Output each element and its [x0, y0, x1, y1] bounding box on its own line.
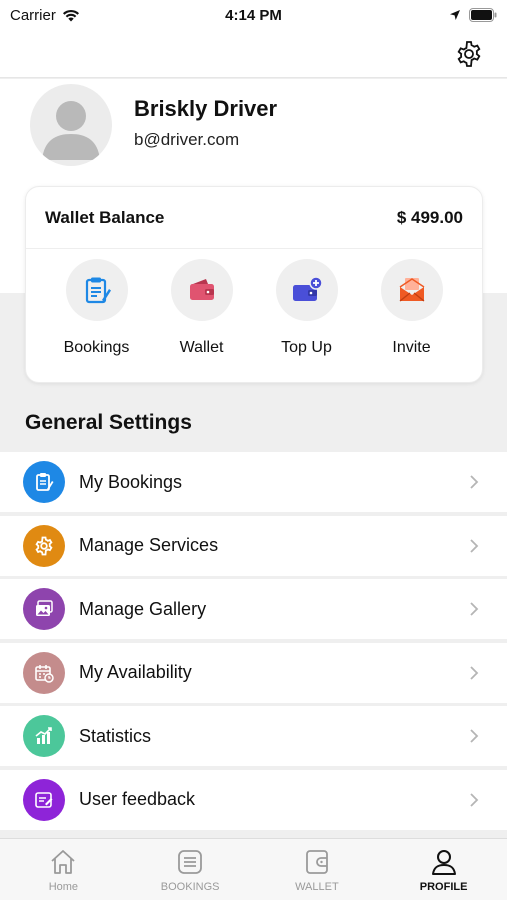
statistics-icon-circle	[23, 715, 65, 757]
chevron-right-icon	[470, 665, 479, 680]
my-availability-icon-circle	[23, 651, 65, 694]
wallet-actions: Bookings Wallet Top Up Invite	[26, 249, 482, 357]
calendar-icon	[35, 664, 54, 683]
tab-bookings-label: BOOKINGS	[160, 881, 220, 893]
tab-wallet-label: WALLET	[295, 881, 339, 893]
clipboard-icon	[36, 473, 54, 491]
bookings-action[interactable]: Bookings	[47, 259, 147, 357]
status-right	[449, 8, 497, 22]
status-left: Carrier	[10, 7, 80, 24]
user-email: b@driver.com	[134, 130, 240, 149]
avatar[interactable]	[30, 84, 112, 166]
chevron-right-icon	[470, 538, 479, 553]
invite-action-label: Invite	[392, 339, 431, 356]
settings-item-my-bookings[interactable]: My Bookings	[0, 452, 507, 512]
manage-gallery-icon-circle	[23, 588, 65, 630]
gallery-icon	[36, 600, 53, 616]
bookings-action-circle	[65, 259, 128, 321]
settings-item-manage-services[interactable]: Manage Services	[0, 515, 507, 576]
chart-icon	[35, 727, 52, 744]
home-icon	[51, 850, 75, 874]
gear-icon	[457, 41, 481, 67]
manage-gallery-label: Manage Gallery	[79, 598, 207, 619]
battery-icon	[469, 8, 497, 22]
chevron-right-icon	[470, 792, 479, 807]
wallet-action-label: Wallet	[179, 339, 224, 356]
tab-wallet[interactable]: WALLET	[254, 839, 381, 900]
settings-item-my-availability[interactable]: My Availability	[0, 642, 507, 703]
person-icon	[431, 850, 456, 875]
gear-icon	[35, 536, 53, 555]
tab-bookings[interactable]: BOOKINGS	[127, 839, 254, 900]
top-up-icon	[292, 276, 323, 301]
top-up-action[interactable]: Top Up	[257, 259, 357, 357]
wallet-icon	[189, 279, 214, 300]
manage-services-label: Manage Services	[79, 535, 219, 555]
my-availability-label: My Availability	[79, 662, 192, 682]
user-name: Briskly Driver	[134, 96, 278, 121]
chevron-right-icon	[470, 729, 479, 743]
top-bar	[0, 30, 507, 78]
clipboard-icon	[85, 277, 111, 304]
general-settings-title: General Settings	[25, 411, 192, 434]
chevron-right-icon	[470, 475, 479, 489]
wallet-card: Wallet Balance $ 499.00 Bookings Wallet …	[25, 186, 483, 383]
invite-action-circle	[380, 259, 443, 321]
my-bookings-label: My Bookings	[79, 471, 183, 492]
top-up-action-circle	[275, 259, 338, 321]
top-up-action-label: Top Up	[281, 339, 332, 356]
my-bookings-icon-circle	[23, 461, 65, 503]
location-arrow-icon	[450, 10, 460, 20]
settings-list: My Bookings Manage Services Manage Galle…	[0, 452, 507, 833]
wifi-icon	[62, 9, 79, 21]
carrier-label: Carrier	[10, 6, 56, 24]
tab-bar: Home BOOKINGS WALLET PROFILE	[0, 838, 507, 900]
tab-home-label: Home	[48, 881, 79, 893]
wallet-action-circle	[170, 259, 233, 321]
tab-home[interactable]: Home	[0, 839, 127, 900]
settings-item-statistics[interactable]: Statistics	[0, 706, 507, 766]
wallet-balance-amount: $ 499.00	[396, 207, 463, 227]
chevron-right-icon	[470, 602, 479, 616]
settings-button[interactable]	[453, 38, 485, 70]
tab-profile-label: PROFILE	[419, 881, 468, 893]
list-icon	[178, 850, 203, 874]
status-bar: Carrier 4:14 PM	[0, 0, 507, 30]
user-feedback-label: User feedback	[79, 789, 196, 809]
wallet-balance-row: Wallet Balance $ 499.00	[26, 187, 482, 249]
statistics-label: Statistics	[79, 725, 152, 746]
wallet-balance-label: Wallet Balance	[45, 207, 165, 227]
settings-item-manage-gallery[interactable]: Manage Gallery	[0, 579, 507, 639]
user-feedback-icon-circle	[23, 778, 65, 821]
tab-profile[interactable]: PROFILE	[380, 839, 507, 900]
manage-services-icon-circle	[23, 524, 65, 567]
feedback-icon	[35, 791, 53, 808]
settings-item-user-feedback[interactable]: User feedback	[0, 769, 507, 830]
person-placeholder-icon	[42, 101, 100, 160]
wallet-icon	[305, 850, 328, 874]
wallet-action[interactable]: Wallet	[152, 259, 252, 357]
invite-action[interactable]: Invite	[362, 259, 462, 357]
envelope-icon	[399, 278, 424, 302]
bookings-action-label: Bookings	[63, 339, 130, 356]
